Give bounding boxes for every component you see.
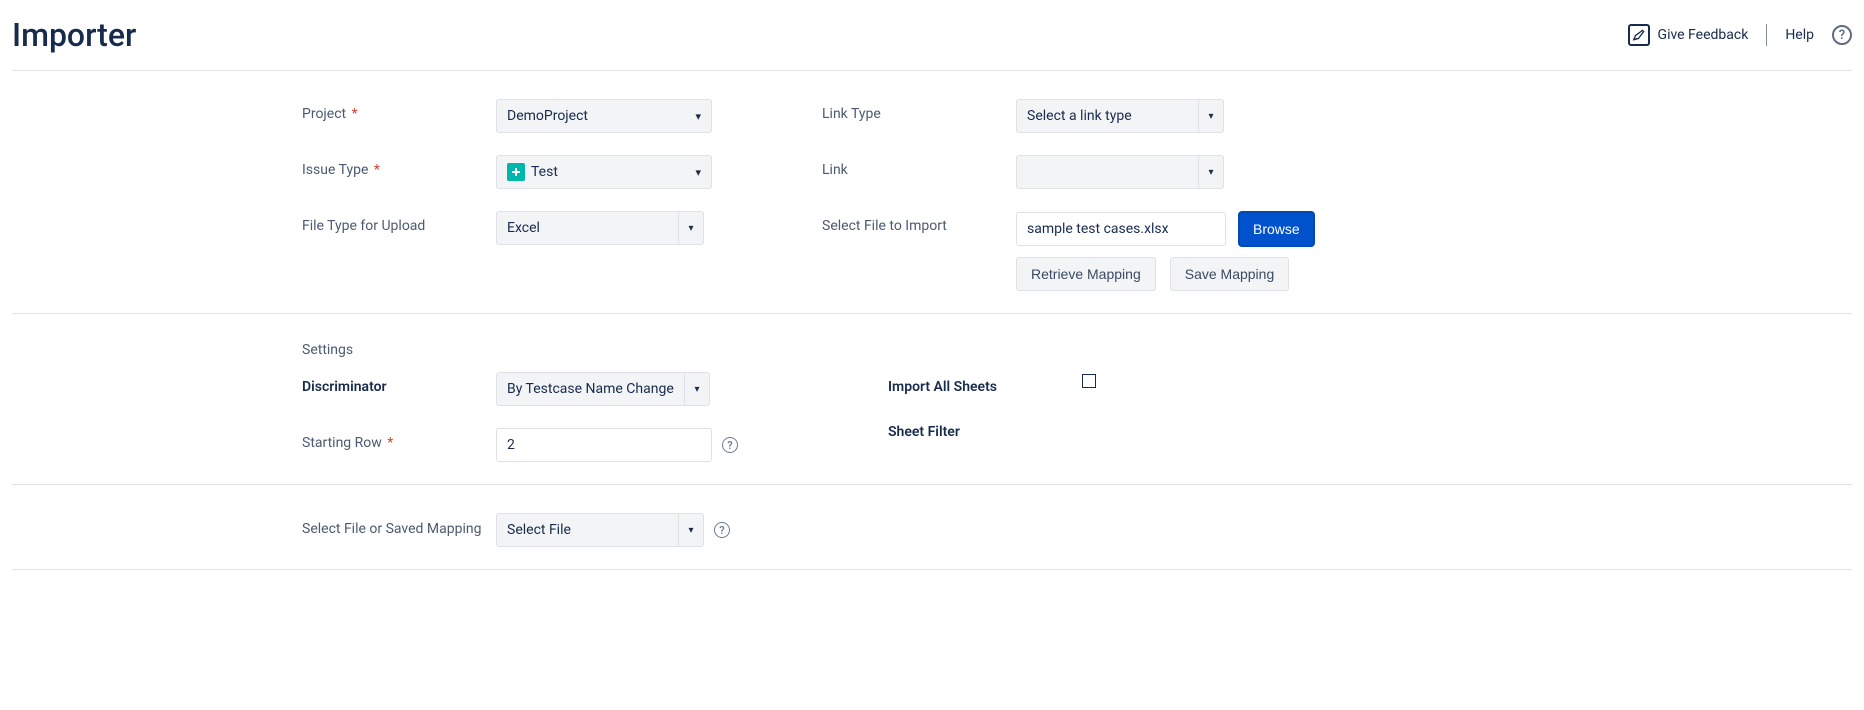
link-label: Link bbox=[822, 155, 1016, 178]
select-file-label: Select File to Import bbox=[822, 211, 1016, 234]
link-type-select[interactable]: Select a link type ▾ bbox=[1016, 99, 1224, 133]
link-select[interactable]: ▾ bbox=[1016, 155, 1224, 189]
file-type-select[interactable]: Excel ▾ bbox=[496, 211, 704, 245]
test-issue-icon bbox=[507, 163, 525, 181]
issue-type-value: Test bbox=[531, 164, 558, 180]
project-label: Project * bbox=[302, 99, 496, 122]
settings-section: Settings Discriminator By Testcase Name … bbox=[12, 314, 1852, 485]
file-type-value: Excel bbox=[496, 211, 678, 245]
settings-title: Settings bbox=[302, 342, 1852, 358]
select-mapping-label: Select File or Saved Mapping bbox=[302, 513, 496, 539]
link-value bbox=[1016, 155, 1198, 189]
help-link[interactable]: Help bbox=[1785, 27, 1814, 43]
file-type-label: File Type for Upload bbox=[302, 211, 496, 234]
link-type-value: Select a link type bbox=[1016, 99, 1198, 133]
issue-type-label: Issue Type * bbox=[302, 155, 496, 178]
chevron-down-icon[interactable]: ▾ bbox=[1198, 99, 1224, 133]
import-all-sheets-label: Import All Sheets bbox=[888, 372, 1082, 395]
give-feedback-link[interactable]: Give Feedback bbox=[1628, 24, 1749, 46]
save-mapping-button[interactable]: Save Mapping bbox=[1170, 257, 1290, 291]
retrieve-mapping-button[interactable]: Retrieve Mapping bbox=[1016, 257, 1156, 291]
discriminator-select[interactable]: By Testcase Name Change ▾ bbox=[496, 372, 710, 406]
page-header: Importer Give Feedback Help ? bbox=[12, 8, 1852, 71]
file-name-input[interactable]: sample test cases.xlsx bbox=[1016, 212, 1226, 246]
starting-row-input[interactable]: 2 bbox=[496, 428, 712, 462]
separator bbox=[1766, 24, 1767, 46]
help-icon[interactable]: ? bbox=[714, 522, 730, 538]
mapping-section: Select File or Saved Mapping Select File… bbox=[12, 485, 1852, 570]
chevron-down-icon[interactable]: ▾ bbox=[1198, 155, 1224, 189]
project-value: DemoProject bbox=[507, 108, 588, 124]
import-all-sheets-checkbox[interactable] bbox=[1082, 374, 1096, 388]
chevron-down-icon: ▾ bbox=[695, 110, 701, 123]
page-title: Importer bbox=[12, 16, 136, 54]
select-mapping-select[interactable]: Select File ▾ bbox=[496, 513, 704, 547]
starting-row-label: Starting Row * bbox=[302, 428, 496, 451]
chevron-down-icon[interactable]: ▾ bbox=[678, 513, 704, 547]
chevron-down-icon[interactable]: ▾ bbox=[678, 211, 704, 245]
issue-type-select[interactable]: Test ▾ bbox=[496, 155, 712, 189]
give-feedback-label: Give Feedback bbox=[1658, 27, 1749, 43]
import-config-section: Project * DemoProject ▾ Issue Type * bbox=[12, 71, 1852, 314]
chevron-down-icon[interactable]: ▾ bbox=[684, 372, 710, 406]
discriminator-label: Discriminator bbox=[302, 372, 496, 395]
select-mapping-value: Select File bbox=[496, 513, 678, 547]
browse-button[interactable]: Browse bbox=[1238, 211, 1315, 247]
project-select[interactable]: DemoProject ▾ bbox=[496, 99, 712, 133]
help-icon[interactable]: ? bbox=[722, 437, 738, 453]
link-type-label: Link Type bbox=[822, 99, 1016, 122]
chevron-down-icon: ▾ bbox=[695, 166, 701, 179]
feedback-icon bbox=[1628, 24, 1650, 46]
discriminator-value: By Testcase Name Change bbox=[496, 372, 684, 406]
sheet-filter-label: Sheet Filter bbox=[888, 417, 1082, 440]
help-icon[interactable]: ? bbox=[1832, 25, 1852, 45]
